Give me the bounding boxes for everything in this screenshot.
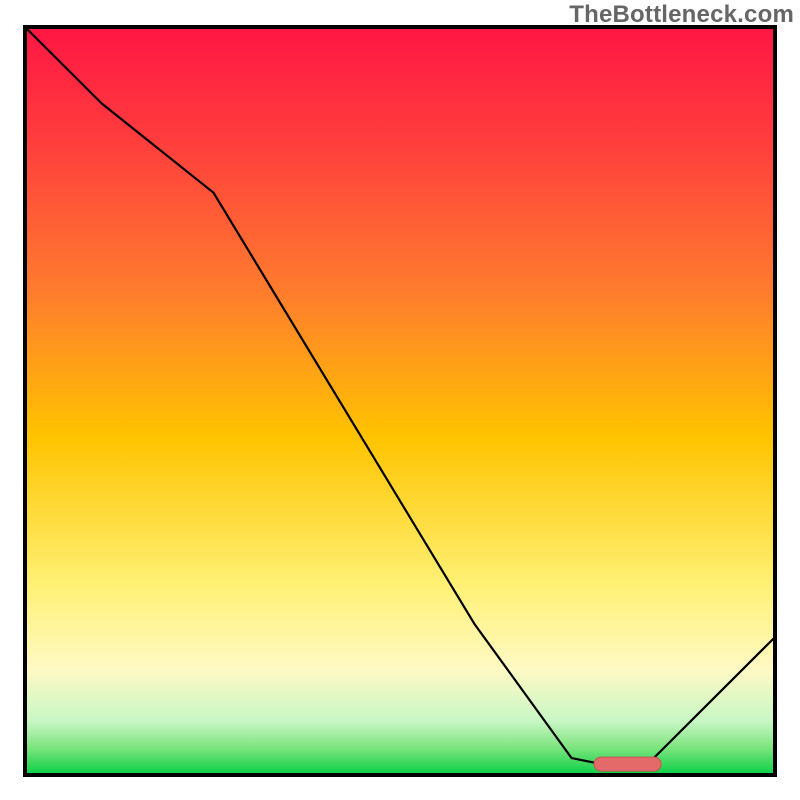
plot-frame <box>23 25 777 777</box>
gradient-background <box>27 29 773 773</box>
optimal-range-marker <box>594 757 661 771</box>
watermark-text: TheBottleneck.com <box>569 1 794 29</box>
plot-svg <box>27 29 773 773</box>
chart-root: TheBottleneck.com <box>0 0 800 800</box>
